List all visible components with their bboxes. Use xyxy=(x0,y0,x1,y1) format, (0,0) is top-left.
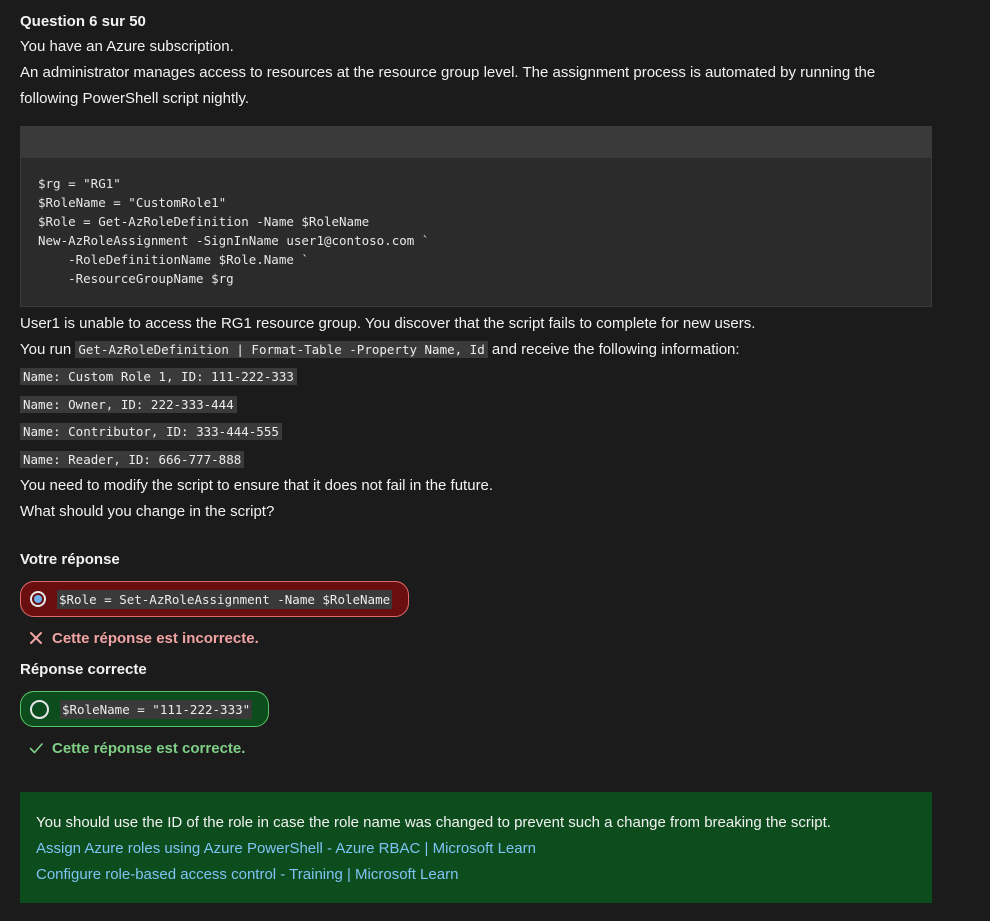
link-assign-azure-roles[interactable]: Assign Azure roles using Azure PowerShel… xyxy=(36,836,916,862)
question-context: An administrator manages access to resou… xyxy=(20,64,876,107)
explanation-text: You should use the ID of the role in cas… xyxy=(36,814,831,831)
run-prefix: You run xyxy=(20,341,72,358)
question-need: You need to modify the script to ensure … xyxy=(20,477,494,494)
question-number: Question 6 sur 50 xyxy=(20,13,146,30)
correct-answer-code: $RoleName = "111-222-333" xyxy=(60,699,253,719)
link-configure-rbac-training[interactable]: Configure role-based access control - Tr… xyxy=(36,862,916,888)
powershell-script: $rg = "RG1" $RoleName = "CustomRole1" $R… xyxy=(20,126,932,307)
correct-feedback: Cette réponse est correcte. xyxy=(28,736,932,760)
selected-answer-code: $Role = Set-AzRoleAssignment -Name $Role… xyxy=(57,589,393,609)
question-page: Question 6 sur 50 You have an Azure subs… xyxy=(20,10,932,903)
close-x-icon xyxy=(30,632,42,644)
run-command-line: You run Get-AzRoleDefinition | Format-Ta… xyxy=(20,337,932,363)
run-command-code: Get-AzRoleDefinition | Format-Table -Pro… xyxy=(75,341,488,358)
question-intro: You have an Azure subscription. xyxy=(20,38,234,55)
run-suffix: and receive the following information: xyxy=(491,341,740,358)
explanation-panel: You should use the ID of the role in cas… xyxy=(20,792,932,903)
question-problem: User1 is unable to access the RG1 resour… xyxy=(20,315,756,332)
output-line: Name: Reader, ID: 666-777-888 xyxy=(20,446,932,474)
radio-unselected-icon[interactable] xyxy=(30,699,49,719)
output-line: Name: Custom Role 1, ID: 111-222-333 xyxy=(20,363,932,391)
output-line: Name: Owner, ID: 222-333-444 xyxy=(20,391,932,419)
radio-selected-icon[interactable] xyxy=(30,591,46,607)
your-answer-label: Votre réponse xyxy=(20,551,120,568)
correct-feedback-text: Cette réponse est correcte. xyxy=(52,739,246,757)
incorrect-feedback-text: Cette réponse est incorrecte. xyxy=(52,629,259,647)
question-ask: What should you change in the script? xyxy=(20,503,275,520)
checkmark-icon xyxy=(29,743,43,754)
incorrect-feedback: Cette réponse est incorrecte. xyxy=(28,626,932,650)
correct-answer-option[interactable]: $RoleName = "111-222-333" xyxy=(20,691,270,727)
selected-answer-option[interactable]: $Role = Set-AzRoleAssignment -Name $Role… xyxy=(20,581,410,617)
correct-answer-label: Réponse correcte xyxy=(20,661,147,678)
output-line: Name: Contributor, ID: 333-444-555 xyxy=(20,418,932,446)
